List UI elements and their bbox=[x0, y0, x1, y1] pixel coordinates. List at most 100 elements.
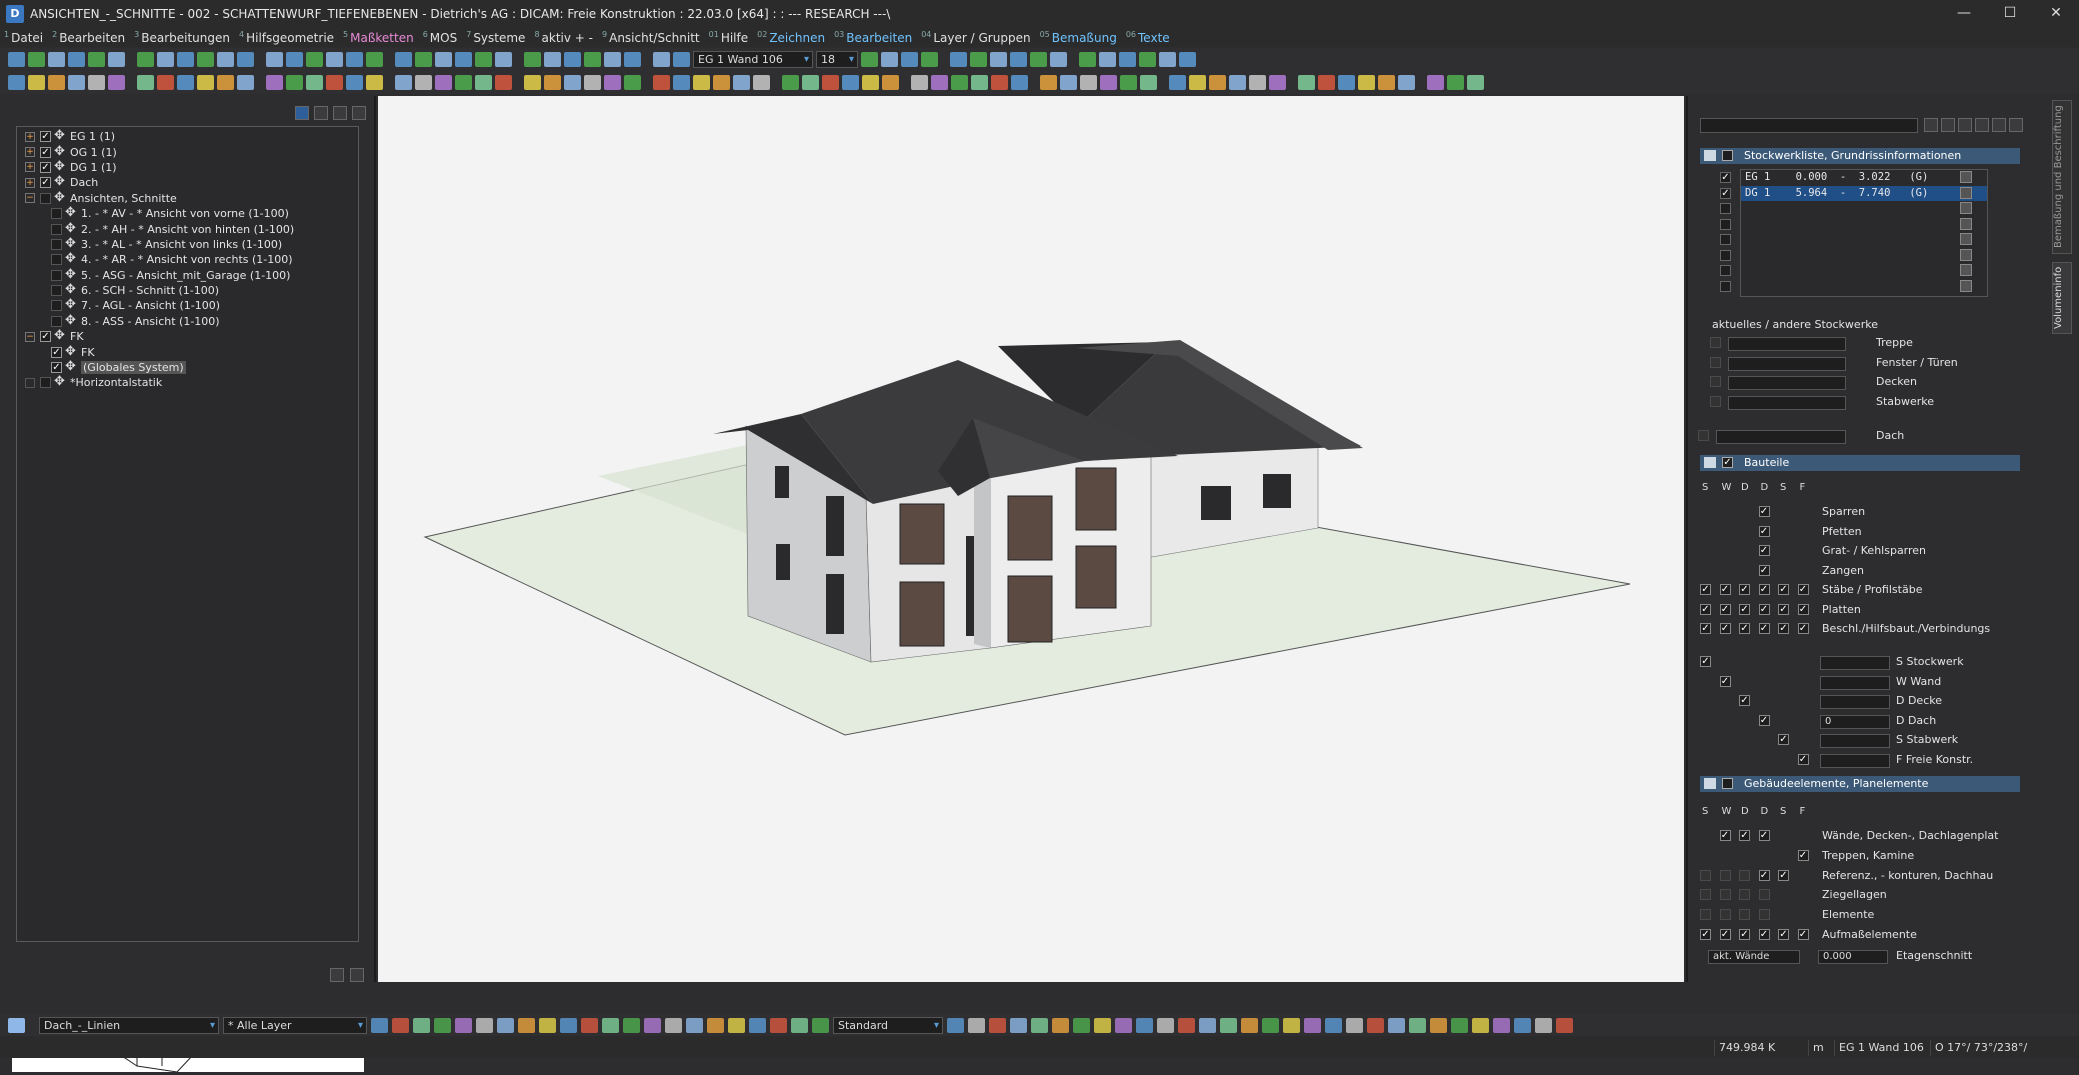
menu-item[interactable]: 7 Systeme bbox=[466, 30, 525, 45]
floor-settings-icon[interactable] bbox=[1960, 171, 1972, 183]
shape-tool-icon[interactable] bbox=[1052, 1017, 1069, 1033]
filter-input[interactable] bbox=[1820, 753, 1890, 768]
toolbar-tool-icon[interactable] bbox=[8, 52, 25, 67]
expand-icon[interactable] bbox=[25, 377, 35, 388]
shape-tool-icon[interactable] bbox=[1241, 1017, 1258, 1033]
toolbar-tool-icon[interactable] bbox=[882, 75, 899, 90]
floor-row[interactable] bbox=[1741, 279, 1987, 295]
draw-tool-icon[interactable] bbox=[644, 1017, 661, 1033]
current-item-input[interactable] bbox=[1728, 376, 1846, 390]
draw-tool-icon[interactable] bbox=[728, 1017, 745, 1033]
toolbar-tool-icon[interactable] bbox=[346, 75, 363, 90]
layer-manager-icon[interactable] bbox=[8, 1017, 25, 1033]
filter-checkbox[interactable]: ✓ bbox=[1700, 656, 1711, 667]
tree-row[interactable]: ✥ 5. - ASG - Ansicht_mit_Garage (1-100) bbox=[17, 268, 358, 283]
floor-checkbox[interactable] bbox=[1720, 280, 1731, 292]
current-item-input[interactable] bbox=[1728, 337, 1846, 351]
shape-tool-icon[interactable] bbox=[1325, 1017, 1342, 1033]
gebaeude-checkbox[interactable] bbox=[1719, 889, 1731, 901]
floor-settings-icon[interactable] bbox=[1960, 264, 1972, 276]
toolbar-tool-icon[interactable] bbox=[1229, 75, 1246, 90]
toolbar-tool-icon[interactable] bbox=[544, 75, 561, 90]
close-button[interactable]: ✕ bbox=[2033, 0, 2079, 27]
shape-tool-icon[interactable] bbox=[947, 1017, 964, 1033]
floor-checkbox[interactable] bbox=[1720, 265, 1731, 276]
floor-checkbox[interactable] bbox=[1720, 203, 1731, 214]
toolbar-tool-icon[interactable] bbox=[1139, 52, 1156, 67]
bauteil-checkbox[interactable]: ✓ bbox=[1758, 545, 1770, 556]
visibility-checkbox[interactable] bbox=[40, 192, 51, 204]
tree-row[interactable]: + ✓ ✥ OG 1 (1) bbox=[17, 144, 358, 159]
tree-row[interactable]: ✥ 8. - ASS - Ansicht (1-100) bbox=[17, 314, 358, 329]
toolbar-tool-icon[interactable] bbox=[970, 52, 987, 67]
toolbar-tool-icon[interactable] bbox=[921, 52, 938, 67]
toolbar-tool-icon[interactable] bbox=[495, 52, 512, 67]
toolbar-tool-icon[interactable] bbox=[733, 75, 750, 90]
toolbar-tool-icon[interactable] bbox=[911, 75, 928, 90]
bauteil-checkbox[interactable]: ✓ bbox=[1719, 603, 1731, 615]
gebaeude-checkbox[interactable]: ✓ bbox=[1778, 869, 1789, 881]
toolbar-tool-icon[interactable] bbox=[1467, 75, 1484, 90]
dock-icon[interactable] bbox=[2009, 118, 2023, 132]
toolbar-tool-icon[interactable] bbox=[1030, 52, 1047, 67]
shape-tool-icon[interactable] bbox=[1388, 1017, 1405, 1033]
toolbar-tool-icon[interactable] bbox=[415, 75, 432, 90]
menu-item[interactable]: 2 Bearbeiten bbox=[52, 30, 125, 45]
gebaeude-checkbox[interactable]: ✓ bbox=[1758, 929, 1770, 940]
toolbar-tool-icon[interactable] bbox=[1099, 52, 1116, 67]
visibility-checkbox[interactable] bbox=[51, 238, 62, 250]
settings-icon[interactable] bbox=[1975, 118, 1989, 132]
toolbar-tool-icon[interactable] bbox=[395, 75, 412, 90]
gebaeude-checkbox[interactable]: ✓ bbox=[1797, 929, 1809, 940]
toolbar-tool-icon[interactable] bbox=[990, 52, 1007, 67]
gebaeude-checkbox[interactable] bbox=[1739, 909, 1750, 921]
toolbar-tool-icon[interactable] bbox=[217, 52, 234, 67]
filter-checkbox[interactable]: ✓ bbox=[1739, 695, 1750, 706]
tree-row[interactable]: − ✓ ✥ FK bbox=[17, 329, 358, 344]
menu-item[interactable]: 3 Bearbeitungen bbox=[134, 30, 230, 45]
gebaeude-checkbox[interactable] bbox=[1758, 889, 1770, 901]
toolbar-tool-icon[interactable] bbox=[564, 75, 581, 90]
tree-row[interactable]: + ✓ ✥ Dach bbox=[17, 175, 358, 190]
toolbar-tool-icon[interactable] bbox=[782, 75, 799, 90]
shape-tool-icon[interactable] bbox=[1031, 1017, 1048, 1033]
menu-item[interactable]: 1 Datei bbox=[4, 30, 43, 45]
shape-tool-icon[interactable] bbox=[1535, 1017, 1552, 1033]
toolbar-tool-icon[interactable] bbox=[950, 52, 967, 67]
gebaeude-checkbox[interactable] bbox=[1700, 889, 1711, 901]
floor-settings-icon[interactable] bbox=[1960, 202, 1972, 214]
draw-tool-icon[interactable] bbox=[518, 1017, 535, 1033]
visibility-checkbox[interactable] bbox=[51, 300, 62, 312]
toolbar-tool-icon[interactable] bbox=[197, 52, 214, 67]
move-icon[interactable]: ✥ bbox=[65, 345, 76, 358]
bauteil-checkbox[interactable]: ✓ bbox=[1758, 623, 1770, 634]
move-icon[interactable]: ✥ bbox=[54, 329, 65, 342]
toolbar-tool-icon[interactable] bbox=[366, 52, 383, 67]
gebaeude-checkbox[interactable] bbox=[1719, 869, 1731, 881]
toolbar-tool-icon[interactable] bbox=[1209, 75, 1226, 90]
toolbar-tool-icon[interactable] bbox=[842, 75, 859, 90]
tree-row[interactable]: ✓ ✥ (Globales System) bbox=[17, 360, 358, 375]
floor-row[interactable]: DG 1 5.964 - 7.740 (G) bbox=[1741, 185, 1987, 201]
floor-row[interactable] bbox=[1741, 263, 1987, 279]
move-icon[interactable]: ✥ bbox=[65, 206, 76, 219]
filter-checkbox[interactable]: ✓ bbox=[1778, 734, 1789, 745]
tree-icon[interactable] bbox=[1958, 118, 1972, 132]
toolbar-tool-icon[interactable] bbox=[435, 52, 452, 67]
move-icon[interactable]: ✥ bbox=[65, 360, 76, 373]
toolbar-tool-icon[interactable] bbox=[1050, 52, 1067, 67]
toolbar-tool-icon[interactable] bbox=[544, 52, 561, 67]
gebaeude-checkbox[interactable] bbox=[1739, 869, 1750, 881]
toolbar-tool-icon[interactable] bbox=[28, 52, 45, 67]
preview-dock-icon[interactable] bbox=[350, 968, 364, 982]
move-icon[interactable]: ✥ bbox=[65, 314, 76, 327]
toolbar-tool-icon[interactable] bbox=[1119, 52, 1136, 67]
shape-tool-icon[interactable] bbox=[1136, 1017, 1153, 1033]
line-style-select[interactable]: Standard bbox=[833, 1016, 943, 1034]
move-icon[interactable]: ✥ bbox=[54, 375, 65, 388]
menu-item[interactable]: 06 Texte bbox=[1126, 30, 1170, 45]
toolbar-tool-icon[interactable] bbox=[971, 75, 988, 90]
floor-settings-icon[interactable] bbox=[1960, 217, 1972, 230]
gebaeude-checkbox[interactable]: ✓ bbox=[1719, 830, 1731, 841]
toolbar-tool-icon[interactable] bbox=[1080, 75, 1097, 90]
